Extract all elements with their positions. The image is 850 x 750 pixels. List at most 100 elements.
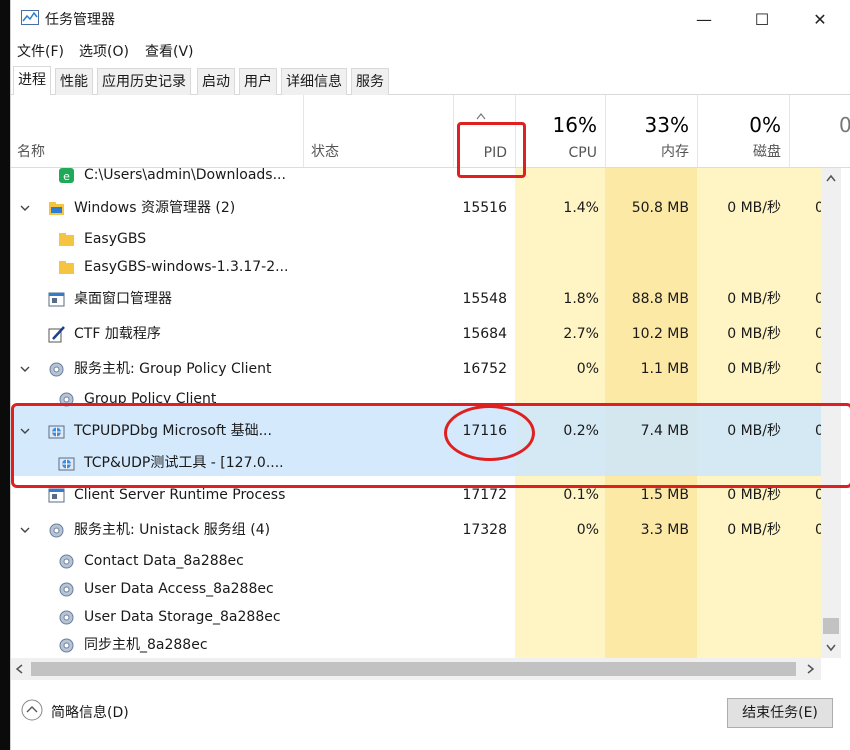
- horizontal-scroll-thumb[interactable]: [31, 662, 796, 676]
- menu-options[interactable]: 选项(O): [79, 41, 129, 61]
- process-memory: [605, 448, 689, 478]
- folder-icon: [59, 233, 74, 246]
- gear-icon: [59, 582, 74, 597]
- expand-chevron-icon[interactable]: [19, 363, 31, 375]
- gear-icon: [59, 392, 74, 407]
- minimize-button[interactable]: —: [675, 0, 733, 38]
- scroll-up-icon[interactable]: [826, 174, 836, 182]
- close-button[interactable]: ✕: [791, 0, 849, 38]
- process-pid: [453, 252, 507, 282]
- process-pid: 17172: [462, 487, 507, 503]
- process-name: EasyGBS: [84, 231, 147, 247]
- process-disk: [697, 574, 781, 604]
- tab-startup[interactable]: 启动: [197, 68, 235, 95]
- process-memory: 10.2 MB: [631, 326, 689, 342]
- tab-performance[interactable]: 性能: [55, 68, 93, 95]
- process-child-row[interactable]: Group Policy Client: [11, 384, 821, 414]
- column-header: 名称 状态 PID 16% CPU 33% 内存 0% 磁盘 0: [11, 95, 850, 168]
- header-network-percent: 0: [839, 113, 850, 137]
- process-pid: 16752: [462, 361, 507, 377]
- process-memory: 50.8 MB: [631, 200, 689, 216]
- vertical-scroll-thumb[interactable]: [823, 618, 839, 634]
- header-name-label: 名称: [17, 144, 45, 160]
- process-pid: [453, 224, 507, 254]
- scroll-right-icon[interactable]: [807, 664, 815, 674]
- expand-chevron-icon[interactable]: [19, 202, 31, 214]
- process-child-row[interactable]: EasyGBS: [11, 224, 821, 254]
- process-child-row[interactable]: User Data Storage_8a288ec: [11, 602, 821, 632]
- process-child-row[interactable]: TCP&UDP测试工具 - [127.0....: [11, 448, 821, 478]
- tab-services[interactable]: 服务: [351, 68, 389, 95]
- process-row[interactable]: CTF 加载程序 15684 2.7% 10.2 MB 0 MB/秒 0: [11, 319, 821, 349]
- process-child-row[interactable]: e C:\Users\admin\Downloads...: [11, 168, 821, 190]
- process-disk: [697, 630, 781, 658]
- fewer-details-link[interactable]: 简略信息(D): [51, 702, 129, 722]
- process-name: User Data Storage_8a288ec: [84, 609, 281, 625]
- header-pid[interactable]: PID: [453, 95, 516, 167]
- process-name: Contact Data_8a288ec: [84, 553, 244, 569]
- tab-processes[interactable]: 进程: [13, 66, 51, 95]
- process-row[interactable]: Client Server Runtime Process 17172 0.1% 1.…: [11, 480, 821, 510]
- process-child-row[interactable]: User Data Access_8a288ec: [11, 574, 821, 604]
- process-disk: 0 MB/秒: [727, 423, 781, 439]
- header-cpu[interactable]: 16% CPU: [515, 95, 606, 167]
- header-cpu-percent: 16%: [552, 113, 597, 137]
- scroll-down-icon[interactable]: [826, 644, 836, 652]
- process-row[interactable]: TCPUDPDbg Microsoft 基础... 17116 0.2% 7.4 MB…: [11, 416, 821, 446]
- sort-up-icon: [476, 113, 486, 120]
- header-memory[interactable]: 33% 内存: [605, 95, 698, 167]
- process-pid: 15516: [462, 200, 507, 216]
- process-name: C:\Users\admin\Downloads...: [84, 168, 286, 183]
- process-cpu: [515, 602, 599, 632]
- vertical-scrollbar[interactable]: [821, 168, 841, 658]
- process-name: TCPUDPDbg Microsoft 基础...: [74, 423, 272, 439]
- task-manager-window: 任务管理器 — ☐ ✕ 文件(F) 选项(O) 查看(V) 进程 性能 应用历史…: [10, 0, 850, 750]
- process-name: EasyGBS-windows-1.3.17-2...: [84, 259, 289, 275]
- tab-details[interactable]: 详细信息: [281, 68, 347, 95]
- process-row[interactable]: 服务主机: Group Policy Client 16752 0% 1.1 MB 0 …: [11, 354, 821, 384]
- folder-icon: [59, 261, 74, 274]
- scroll-left-icon[interactable]: [15, 664, 23, 674]
- end-task-button[interactable]: 结束任务(E): [727, 698, 833, 728]
- expand-chevron-icon[interactable]: [19, 524, 31, 536]
- background-strip: [0, 0, 10, 750]
- process-pid: [453, 630, 507, 658]
- process-memory: [605, 574, 689, 604]
- process-memory: 7.4 MB: [640, 423, 689, 439]
- header-pid-label: PID: [483, 145, 507, 161]
- process-child-row[interactable]: 同步主机_8a288ec: [11, 630, 821, 658]
- menu-file[interactable]: 文件(F): [17, 41, 64, 61]
- process-name: Windows 资源管理器 (2): [74, 200, 236, 216]
- process-memory: 88.8 MB: [631, 291, 689, 307]
- process-row[interactable]: 服务主机: Unistack 服务组 (4) 17328 0% 3.3 MB 0 MB/…: [11, 515, 821, 545]
- process-row[interactable]: 桌面窗口管理器 15548 1.8% 88.8 MB 0 MB/秒 0: [11, 284, 821, 314]
- gear-icon: [59, 610, 74, 625]
- process-memory: [605, 224, 689, 254]
- title-bar: 任务管理器 — ☐ ✕: [11, 0, 850, 38]
- process-cpu: 2.7%: [563, 326, 599, 342]
- process-cpu: 0%: [576, 522, 599, 538]
- header-network[interactable]: 0: [789, 95, 850, 167]
- process-cpu: 0.1%: [563, 487, 599, 503]
- menu-view[interactable]: 查看(V): [145, 41, 194, 61]
- maximize-button[interactable]: ☐: [733, 0, 791, 38]
- process-disk: [697, 546, 781, 576]
- process-cpu: 0%: [576, 361, 599, 377]
- process-cpu: [515, 384, 599, 414]
- header-status-label: 状态: [311, 144, 339, 160]
- horizontal-scrollbar[interactable]: [11, 658, 821, 680]
- collapse-chevron-icon[interactable]: [21, 699, 43, 721]
- process-cpu: [515, 574, 599, 604]
- process-row[interactable]: Windows 资源管理器 (2) 15516 1.4% 50.8 MB 0 MB/秒 0: [11, 193, 821, 223]
- header-status[interactable]: 状态: [303, 95, 454, 167]
- tab-app-history[interactable]: 应用历史记录: [97, 68, 191, 95]
- process-cpu: 1.4%: [563, 200, 599, 216]
- header-disk[interactable]: 0% 磁盘: [697, 95, 790, 167]
- process-child-row[interactable]: EasyGBS-windows-1.3.17-2...: [11, 252, 821, 282]
- footer-bar: 简略信息(D) 结束任务(E): [11, 690, 850, 750]
- process-disk: 0 MB/秒: [727, 361, 781, 377]
- expand-chevron-icon[interactable]: [19, 425, 31, 437]
- tab-users[interactable]: 用户: [239, 68, 277, 95]
- header-name[interactable]: 名称: [11, 95, 304, 167]
- process-child-row[interactable]: Contact Data_8a288ec: [11, 546, 821, 576]
